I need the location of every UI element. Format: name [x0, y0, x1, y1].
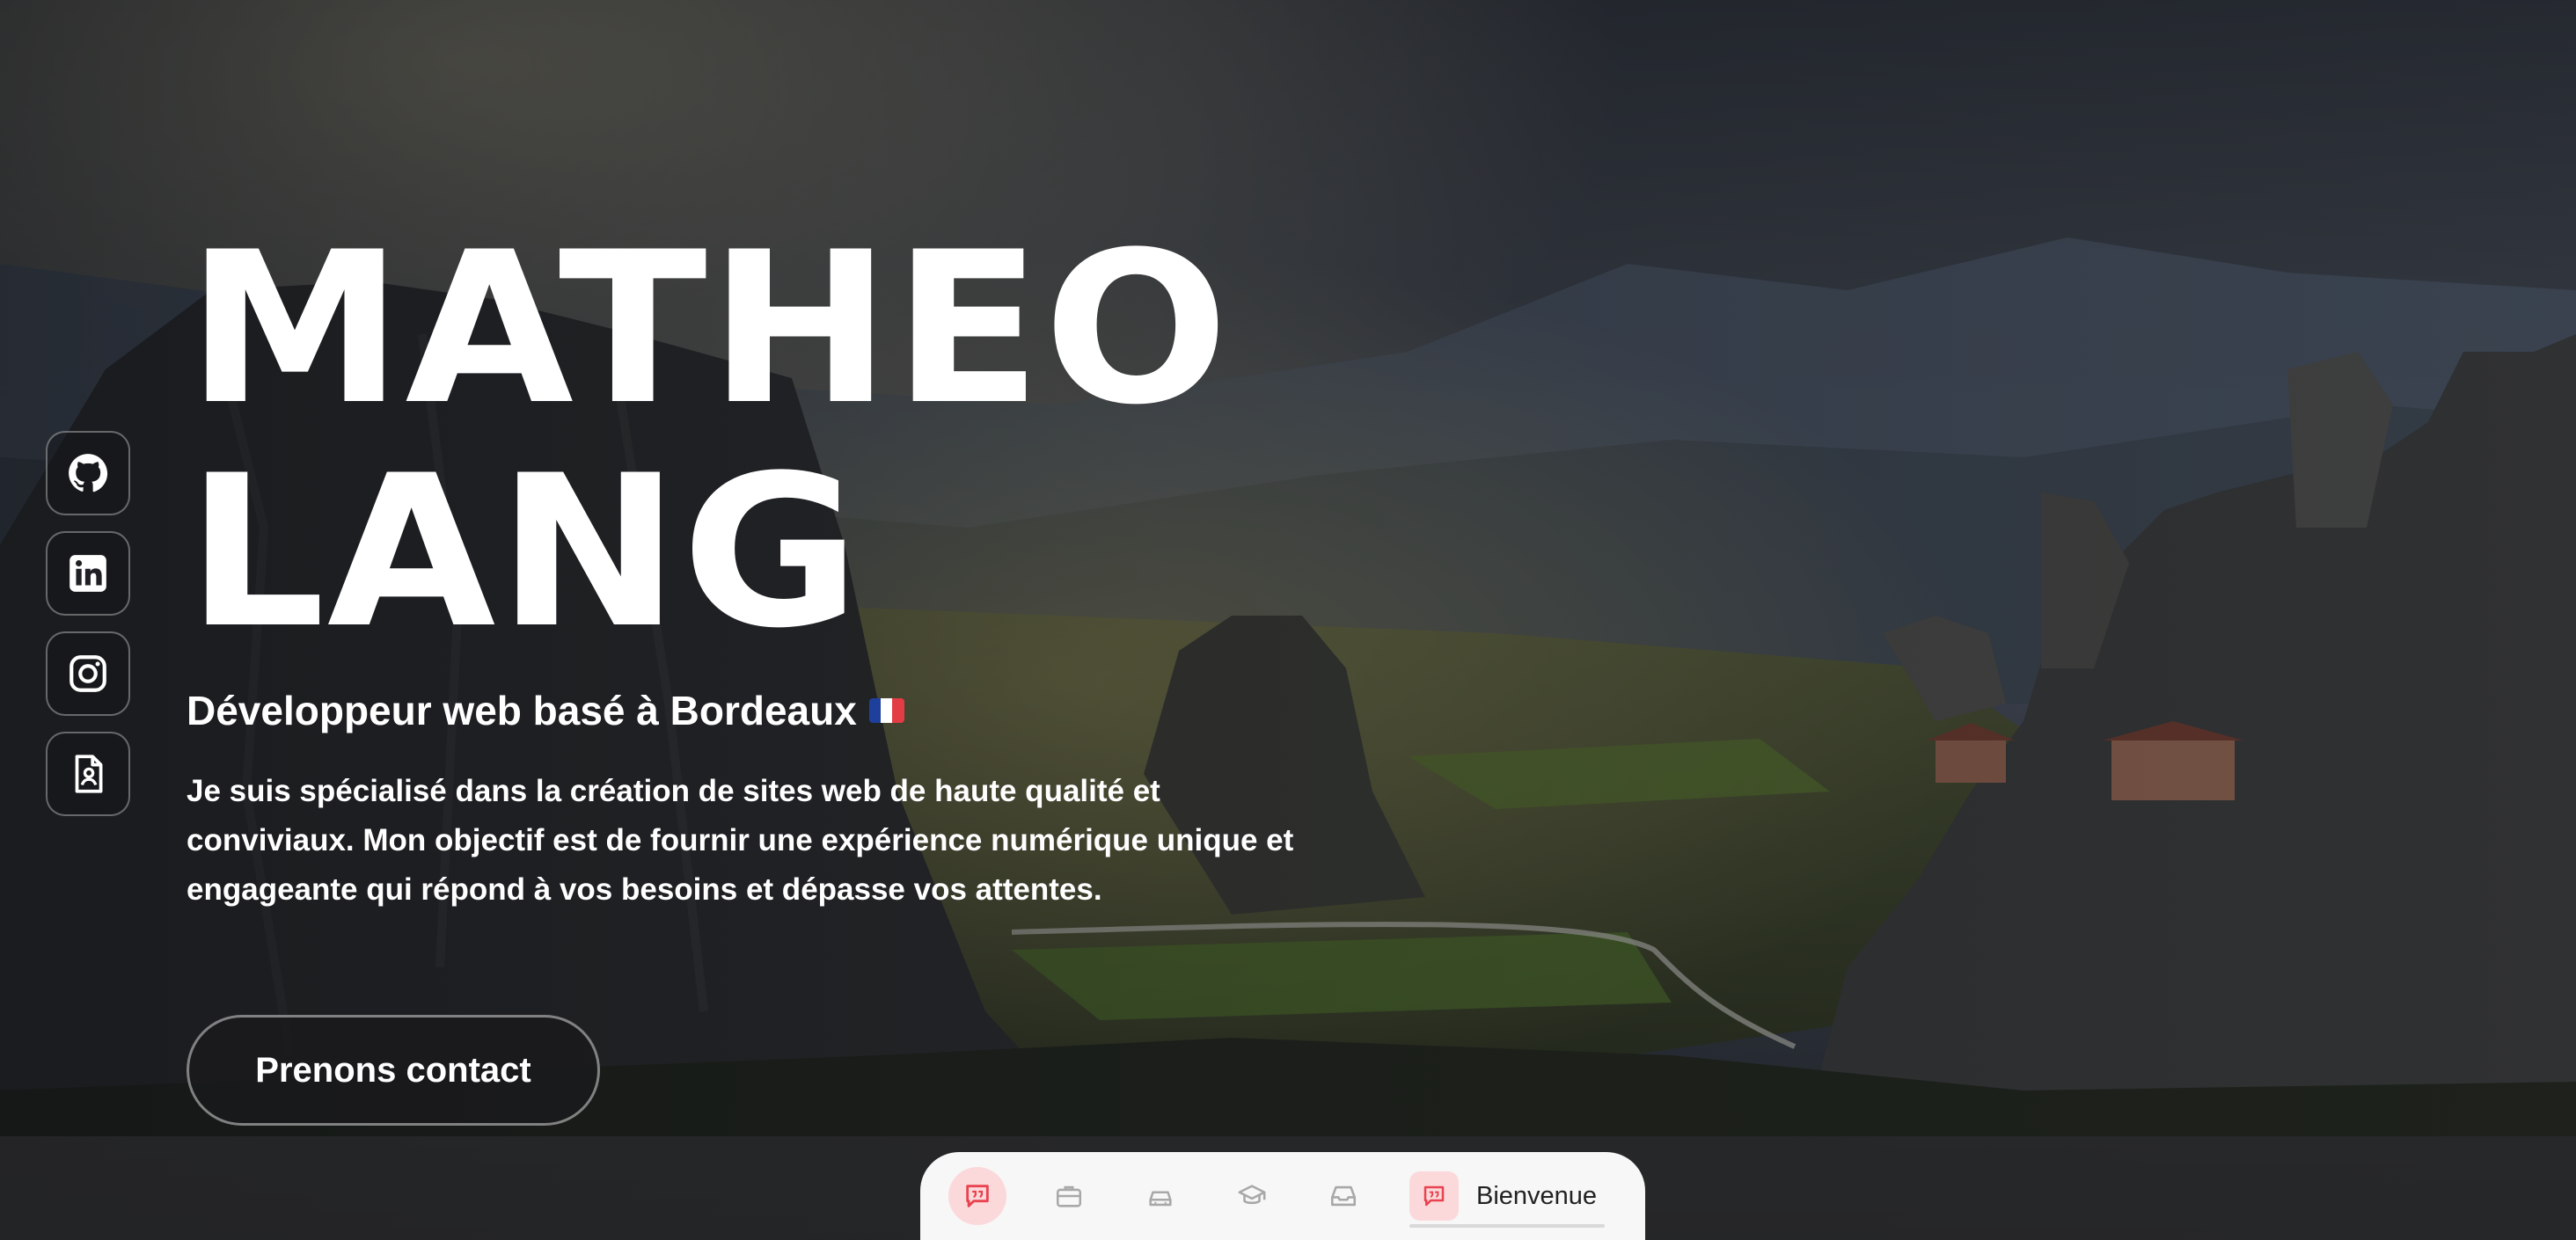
car-icon	[1149, 1191, 1172, 1207]
bottom-nav: Bienvenue	[920, 1152, 1645, 1240]
hero-name: MATHEO LANG	[187, 218, 1231, 665]
social-links	[46, 431, 130, 816]
current-section-label: Bienvenue	[1476, 1181, 1598, 1210]
chat-icon	[966, 1185, 989, 1207]
github-button[interactable]	[46, 431, 130, 515]
resume-button[interactable]	[46, 732, 130, 816]
nav-item-chat[interactable]	[948, 1167, 1006, 1225]
resume-icon	[75, 755, 103, 793]
current-section-progress	[1409, 1224, 1605, 1228]
hero-subtitle: Développeur web basé à Bordeaux	[187, 684, 904, 737]
hero-bio: Je suis spécialisé dans la création de s…	[187, 774, 1294, 907]
hero-section: MATHEO LANG Développeur web basé à Borde…	[0, 0, 2576, 1240]
flag-france-icon	[868, 698, 904, 723]
current-section-badge	[1409, 1171, 1459, 1221]
hero-first-name: MATHEO	[187, 208, 1231, 451]
contact-button[interactable]: Prenons contact	[187, 1015, 600, 1126]
linkedin-icon	[70, 555, 106, 592]
hero-subtitle-text: Développeur web basé à Bordeaux	[187, 688, 857, 733]
nav-item-education[interactable]	[1223, 1167, 1281, 1225]
briefcase-icon	[1056, 1185, 1082, 1207]
chat-icon	[1423, 1185, 1445, 1207]
linkedin-button[interactable]	[46, 531, 130, 616]
instagram-icon	[70, 655, 106, 692]
graduation-cap-icon	[1238, 1185, 1266, 1205]
instagram-button[interactable]	[46, 631, 130, 716]
hero-last-name: LANG	[187, 431, 862, 675]
nav-item-car[interactable]	[1131, 1167, 1189, 1225]
inbox-icon	[1330, 1185, 1357, 1207]
nav-current-section[interactable]: Bienvenue	[1409, 1152, 1605, 1240]
nav-item-briefcase[interactable]	[1040, 1167, 1098, 1225]
github-icon	[69, 454, 108, 492]
nav-item-inbox[interactable]	[1314, 1167, 1372, 1225]
